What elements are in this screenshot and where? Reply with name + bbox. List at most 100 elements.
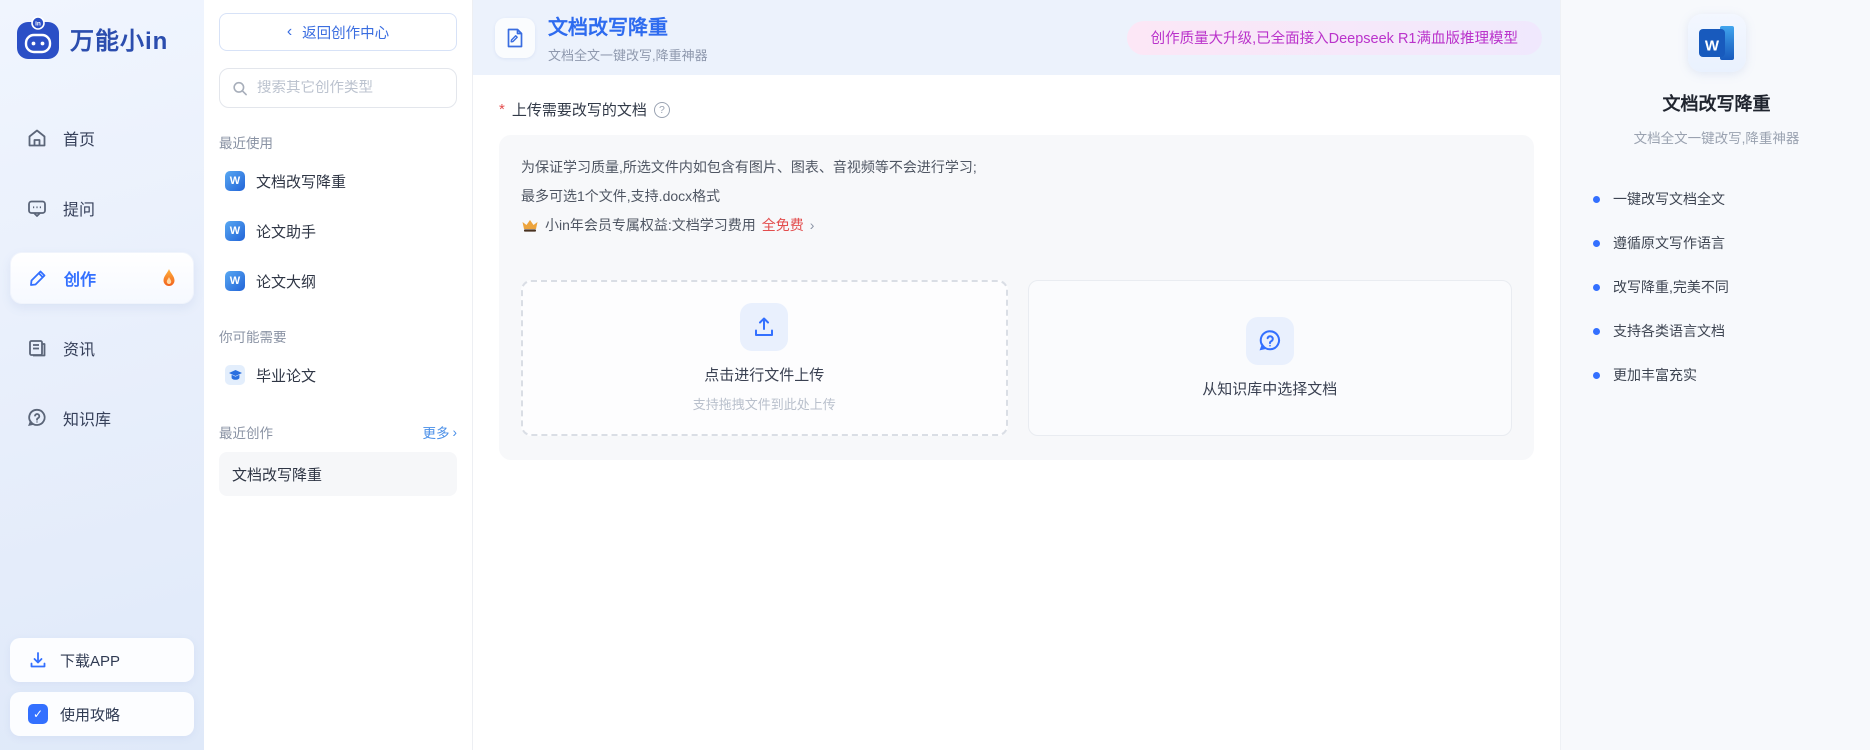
- user-guide-button[interactable]: ✓ 使用攻略: [10, 692, 194, 736]
- chat-icon: [26, 197, 48, 219]
- nav-item-label: 创作: [64, 272, 97, 289]
- feature-panel-title: 文档改写降重: [1662, 94, 1771, 114]
- vip-free-highlight: 全免费: [761, 217, 804, 233]
- notice-line-2: 最多可选1个文件,支持.docx格式: [521, 188, 721, 204]
- knowledge-base-select-button[interactable]: 从知识库中选择文档: [1027, 280, 1512, 436]
- deepseek-announcement-badge: 创作质量大升级,已全面接入Deepseek R1满血版推理模型: [1126, 20, 1542, 55]
- word-file-icon: W: [225, 271, 245, 291]
- recent-creation-header: 最近创作 更多 ›: [219, 422, 457, 442]
- sidebar-item-label: 文档改写降重: [256, 173, 347, 191]
- nav-item-knowledge[interactable]: 知识库: [10, 392, 194, 444]
- primary-sidebar: in 万能小in 首页 提问 创作 资讯 知识库 下载APP ✓ 使用攻略: [0, 0, 204, 750]
- app-root: in 万能小in 首页 提问 创作 资讯 知识库 下载APP ✓ 使用攻略 ‹ …: [0, 0, 1870, 750]
- notice-line-1: 为保证学习质量,所选文件内如包含有图片、图表、音视频等不会进行学习;: [521, 159, 977, 175]
- news-icon: [26, 337, 48, 359]
- nav-item-create[interactable]: 创作: [10, 252, 194, 304]
- feature-label: 一键改写文档全文: [1613, 191, 1725, 207]
- robot-logo-icon: in: [17, 16, 59, 59]
- download-app-button[interactable]: 下载APP: [10, 638, 194, 682]
- doc-pencil-icon: [495, 17, 535, 58]
- recent-creation-item[interactable]: 文档改写降重: [219, 452, 457, 496]
- main-content: 文档改写降重 文档全文一键改写,降重神器 创作质量大升级,已全面接入Deepse…: [473, 0, 1560, 750]
- main-body: * 上传需要改写的文档 ? 为保证学习质量,所选文件内如包含有图片、图表、音视频…: [473, 75, 1560, 484]
- recent-item-label: 文档改写降重: [232, 466, 323, 484]
- brand-name: 万能小in: [70, 27, 169, 55]
- back-to-creation-center-button[interactable]: ‹ 返回创作中心: [219, 13, 457, 51]
- feature-label: 改写降重,完美不同: [1613, 279, 1729, 295]
- sidebar-item-graduation-thesis[interactable]: 毕业论文: [219, 354, 457, 396]
- download-app-label: 下载APP: [60, 652, 121, 670]
- nav-item-ask[interactable]: 提问: [10, 182, 194, 234]
- search-input[interactable]: [257, 80, 444, 96]
- more-link[interactable]: 更多 ›: [423, 422, 458, 442]
- feature-panel: W 文档改写降重 文档全文一键改写,降重神器 一键改写文档全文 遵循原文写作语言…: [1560, 0, 1870, 750]
- vip-benefit-line[interactable]: 小in年会员专属权益:文档学习费用 全免费 ›: [521, 211, 1512, 240]
- section-title-you-may-need: 你可能需要: [219, 330, 287, 345]
- upload-box-hint: 支持拖拽文件到此处上传: [692, 397, 836, 412]
- sidebar-item-paper-assistant[interactable]: W 论文助手: [219, 210, 457, 252]
- pen-icon: [27, 267, 49, 289]
- sidebar-item-label: 论文大纲: [256, 273, 317, 291]
- feature-label: 更加丰富充实: [1613, 367, 1697, 383]
- back-button-label: 返回创作中心: [302, 25, 390, 42]
- home-icon: [26, 127, 48, 149]
- search-box[interactable]: [219, 68, 457, 108]
- flame-icon: [163, 269, 175, 286]
- upload-box-title: 点击进行文件上传: [704, 367, 825, 384]
- more-label: 更多: [422, 426, 450, 441]
- nav-item-home[interactable]: 首页: [10, 112, 194, 164]
- creation-sidebar: ‹ 返回创作中心 最近使用 W 文档改写降重 W 论文助手 W 论文大纲 你可能…: [204, 0, 473, 750]
- chevron-left-icon: ‹: [286, 23, 293, 40]
- main-header: 文档改写降重 文档全文一键改写,降重神器 创作质量大升级,已全面接入Deepse…: [473, 0, 1560, 75]
- knowledge-base-icon: [26, 407, 48, 429]
- guide-check-icon: ✓: [28, 704, 48, 724]
- feature-panel-subtitle: 文档全文一键改写,降重神器: [1633, 131, 1800, 146]
- file-upload-dropzone[interactable]: 点击进行文件上传 支持拖拽文件到此处上传: [521, 280, 1008, 436]
- bullet-dot: [1593, 327, 1600, 335]
- upload-form-label: 上传需要改写的文档: [511, 102, 647, 119]
- crown-icon: [522, 220, 538, 232]
- required-asterisk: *: [499, 101, 505, 118]
- brand[interactable]: in 万能小in: [10, 12, 194, 60]
- section-title-recent-creation: 最近创作: [219, 426, 273, 441]
- upload-icon: [740, 303, 789, 351]
- download-icon: [30, 652, 46, 668]
- user-guide-label: 使用攻略: [60, 706, 121, 724]
- chevron-right-icon: ›: [452, 424, 458, 440]
- svg-text:W: W: [1704, 38, 1719, 55]
- sidebar-item-label: 论文助手: [256, 223, 317, 241]
- nav-item-label: 首页: [63, 132, 96, 149]
- feature-item: 更加丰富充实: [1593, 365, 1850, 385]
- upload-choices: 点击进行文件上传 支持拖拽文件到此处上传 从知识库中选择文档: [521, 280, 1512, 436]
- feature-item: 改写降重,完美不同: [1593, 277, 1850, 297]
- page-subtitle: 文档全文一键改写,降重神器: [548, 48, 708, 63]
- bullet-dot: [1593, 371, 1600, 379]
- graduation-cap-icon: [225, 365, 245, 385]
- feature-item: 支持各类语言文档: [1593, 321, 1850, 341]
- knowledge-base-icon: [1245, 317, 1294, 365]
- word-file-icon: W: [225, 171, 245, 191]
- upload-form-label-row: * 上传需要改写的文档 ?: [499, 99, 1534, 120]
- chevron-right-icon: ›: [809, 217, 815, 233]
- nav-item-label: 提问: [63, 202, 96, 219]
- sidebar-item-label: 毕业论文: [256, 367, 317, 385]
- primary-nav: 首页 提问 创作 资讯 知识库: [10, 112, 194, 444]
- main-header-titles: 文档改写降重 文档全文一键改写,降重神器: [548, 11, 708, 64]
- page-title: 文档改写降重: [548, 17, 668, 39]
- feature-item: 一键改写文档全文: [1593, 189, 1850, 209]
- kb-box-title: 从知识库中选择文档: [1202, 381, 1338, 398]
- sidebar-item-paper-outline[interactable]: W 论文大纲: [219, 260, 457, 302]
- help-icon[interactable]: ?: [653, 101, 670, 118]
- svg-text:in: in: [35, 21, 41, 28]
- nav-item-news[interactable]: 资讯: [10, 322, 194, 374]
- sidebar-item-doc-rewrite[interactable]: W 文档改写降重: [219, 160, 457, 202]
- bullet-dot: [1593, 283, 1600, 291]
- feature-label: 遵循原文写作语言: [1613, 235, 1725, 251]
- feature-item: 遵循原文写作语言: [1593, 233, 1850, 253]
- word-app-icon: W: [1687, 14, 1746, 72]
- bullet-dot: [1593, 195, 1600, 203]
- word-file-icon: W: [225, 221, 245, 241]
- nav-item-label: 知识库: [63, 412, 112, 429]
- feature-label: 支持各类语言文档: [1613, 323, 1725, 339]
- search-icon: [233, 81, 247, 95]
